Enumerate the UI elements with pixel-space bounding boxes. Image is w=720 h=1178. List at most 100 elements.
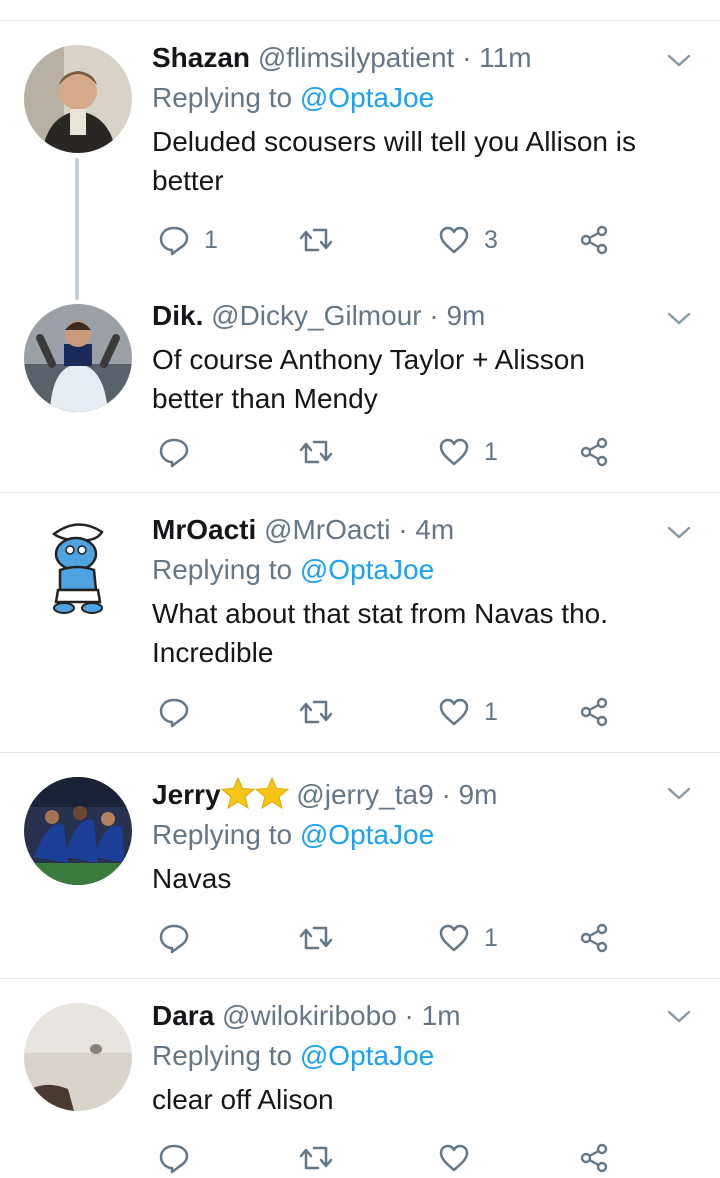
tweet[interactable]: Dara @wilokiribobo · 1m Replying to @Opt…: [0, 998, 720, 1174]
share-icon: [580, 923, 608, 953]
share-button[interactable]: [578, 1138, 610, 1178]
replying-to: Replying to @OptaJoe: [152, 552, 680, 588]
avatar[interactable]: [24, 45, 132, 153]
avatar[interactable]: [24, 1003, 132, 1111]
tweet-text-line: Incredible: [152, 637, 274, 668]
display-name[interactable]: MrOacti: [152, 514, 256, 545]
replying-to-handle[interactable]: @OptaJoe: [300, 819, 434, 850]
tweet-text-line: better than Mendy: [152, 383, 378, 414]
display-name[interactable]: Dik.: [152, 300, 203, 331]
tweet-text-line: What about that stat from Navas tho.: [152, 598, 608, 629]
like-button[interactable]: 1: [438, 692, 498, 732]
replying-to-handle[interactable]: @OptaJoe: [300, 554, 434, 585]
replying-to: Replying to @OptaJoe: [152, 817, 680, 853]
share-icon: [580, 697, 608, 727]
chevron-down-icon[interactable]: [666, 780, 692, 806]
tweet-text-line: clear off Alison: [152, 1084, 334, 1115]
reply-button[interactable]: 1: [158, 220, 218, 260]
retweet-icon: [299, 228, 333, 252]
tweet[interactable]: Shazan @flimsilypatient · 11m Replying t…: [0, 40, 720, 270]
timestamp: · 4m: [398, 514, 455, 545]
chevron-down-icon[interactable]: [666, 47, 692, 73]
chevron-down-icon[interactable]: [666, 519, 692, 545]
avatar[interactable]: [24, 512, 132, 620]
timestamp: · 9m: [429, 300, 486, 331]
tweet-text: Deluded scousers will tell you Allison i…: [152, 122, 680, 200]
user-handle[interactable]: @flimsilypatient: [258, 42, 454, 73]
tweet-header: Shazan @flimsilypatient · 11m: [152, 40, 680, 76]
user-handle[interactable]: @MrOacti: [264, 514, 390, 545]
display-name[interactable]: Dara: [152, 1000, 214, 1031]
tweet-header: Dik. @Dicky_Gilmour · 9m: [152, 298, 680, 334]
reply-button[interactable]: [158, 692, 204, 732]
star-icon: [254, 776, 289, 810]
like-button[interactable]: 3: [438, 220, 498, 260]
reply-button[interactable]: [158, 918, 204, 958]
like-button[interactable]: [438, 1138, 484, 1178]
share-button[interactable]: [578, 692, 610, 732]
user-handle[interactable]: @Dicky_Gilmour: [211, 300, 421, 331]
share-icon: [580, 437, 608, 467]
heart-icon: [439, 924, 469, 952]
retweet-button[interactable]: [298, 220, 348, 260]
heart-icon: [439, 438, 469, 466]
heart-icon: [439, 226, 469, 254]
tweet-text: What about that stat from Navas tho. Inc…: [152, 594, 680, 672]
tweet[interactable]: MrOacti @MrOacti · 4m Replying to @OptaJ…: [0, 512, 720, 742]
retweet-button[interactable]: [298, 692, 348, 732]
tweet-header: Dara @wilokiribobo · 1m: [152, 998, 680, 1034]
reply-icon: [159, 438, 189, 468]
replying-to-handle[interactable]: @OptaJoe: [300, 82, 434, 113]
tweet-divider: [0, 492, 720, 493]
share-button[interactable]: [578, 220, 610, 260]
retweet-button[interactable]: [298, 1138, 348, 1178]
top-divider: [0, 20, 720, 21]
retweet-button[interactable]: [298, 918, 348, 958]
reply-button[interactable]: [158, 1138, 204, 1178]
replying-to-handle[interactable]: @OptaJoe: [300, 1040, 434, 1071]
retweet-icon: [299, 700, 333, 724]
reply-icon: [159, 1144, 189, 1174]
reply-count: 1: [204, 225, 218, 254]
reply-icon: [159, 924, 189, 954]
share-icon: [580, 1143, 608, 1173]
timestamp: · 9m: [441, 779, 498, 810]
tweet-actions: [152, 1138, 632, 1178]
tweet[interactable]: Jerry @jerry_ta9 · 9m Replying to @OptaJ…: [0, 776, 720, 967]
chevron-down-icon[interactable]: [666, 1003, 692, 1029]
user-handle[interactable]: @wilokiribobo: [222, 1000, 397, 1031]
display-name[interactable]: Jerry: [152, 779, 221, 810]
tweet-text: Of course Anthony Taylor + Alisson bette…: [152, 340, 680, 418]
replying-to: Replying to @OptaJoe: [152, 1038, 680, 1074]
tweet-actions: 1: [152, 692, 632, 732]
user-handle[interactable]: @jerry_ta9: [296, 779, 433, 810]
retweet-button[interactable]: [298, 432, 348, 472]
like-count: 1: [484, 923, 498, 952]
replying-label: Replying to: [152, 82, 293, 113]
like-count: 3: [484, 225, 498, 254]
heart-icon: [439, 698, 469, 726]
tweet-actions: 1: [152, 918, 632, 958]
avatar[interactable]: [24, 304, 132, 412]
tweet-text-line: better: [152, 165, 224, 196]
tweet-text-line: Of course Anthony Taylor + Alisson: [152, 344, 585, 375]
like-count: 1: [484, 697, 498, 726]
like-button[interactable]: 1: [438, 432, 498, 472]
avatar[interactable]: [24, 777, 132, 885]
replying-to: Replying to @OptaJoe: [152, 80, 680, 116]
star-icon: [220, 776, 255, 810]
timestamp: · 11m: [462, 42, 532, 73]
chevron-down-icon[interactable]: [666, 305, 692, 331]
tweet-divider: [0, 752, 720, 753]
tweet-text-line: Deluded scousers will tell you Allison i…: [152, 126, 636, 157]
display-name[interactable]: Shazan: [152, 42, 250, 73]
tweet-text-line: Navas: [152, 863, 232, 894]
reply-button[interactable]: [158, 432, 204, 472]
tweet-divider: [0, 978, 720, 979]
share-button[interactable]: [578, 432, 610, 472]
tweet[interactable]: Dik. @Dicky_Gilmour · 9m Of course Antho…: [0, 298, 720, 488]
like-button[interactable]: 1: [438, 918, 498, 958]
tweet-text: Navas: [152, 859, 680, 898]
tweet-actions: 1: [152, 432, 632, 472]
share-button[interactable]: [578, 918, 610, 958]
